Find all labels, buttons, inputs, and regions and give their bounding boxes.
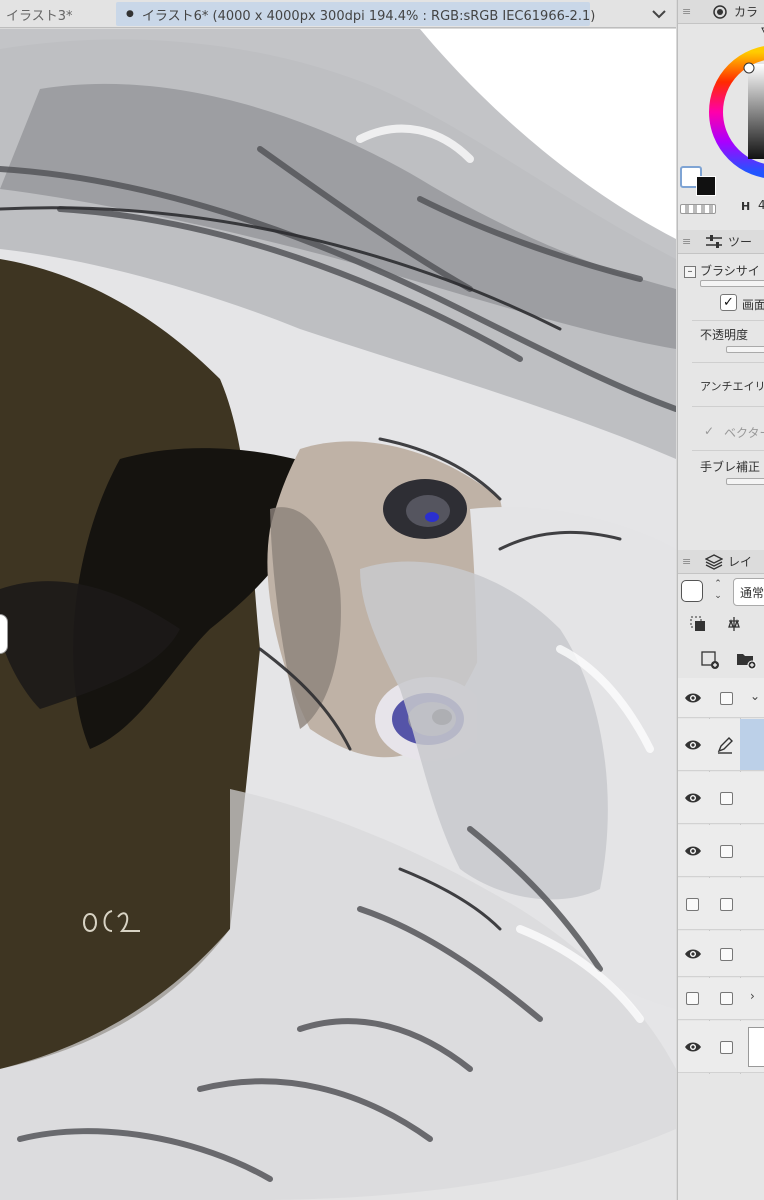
panel-grip-icon[interactable]: ≡ <box>678 555 692 568</box>
panel-grip-icon[interactable]: ≡ <box>678 5 692 18</box>
layer-row-folder[interactable]: ⌄ <box>678 678 764 718</box>
divider <box>692 320 764 321</box>
layer-lock-checkbox[interactable] <box>720 1041 733 1054</box>
folder-expand-chevron-icon[interactable]: ⌄ <box>750 689 760 703</box>
visibility-eye-icon[interactable] <box>684 691 702 705</box>
stabilization-label: 手ブレ補正 <box>700 460 761 474</box>
artwork <box>0 29 676 1200</box>
layer-toolbar-row-2 <box>678 644 764 680</box>
tool-panel-title: ツー <box>728 235 753 249</box>
layer-row-hidden[interactable] <box>678 878 764 930</box>
color-wheel[interactable] <box>706 24 764 199</box>
color-wheel-icon <box>710 3 730 21</box>
visibility-eye-icon[interactable] <box>684 947 702 961</box>
unsaved-dot-icon: ● <box>126 9 134 19</box>
divider <box>692 450 764 451</box>
layer-lock-checkbox[interactable] <box>720 845 733 858</box>
document-tab-bar: イラスト3* ● イラスト6* (4000 x 4000px 300dpi 19… <box>0 0 676 28</box>
layer-row-selected[interactable] <box>678 719 764 771</box>
visibility-checkbox[interactable] <box>686 992 699 1005</box>
layer-row[interactable] <box>678 931 764 977</box>
collapse-brush-size-button[interactable]: – <box>684 266 696 278</box>
visibility-checkbox[interactable] <box>686 898 699 911</box>
hsv-label: H <box>741 200 751 213</box>
tab-illust-3[interactable]: イラスト3* <box>0 2 110 26</box>
vector-magnet-check-icon[interactable]: ✓ <box>704 424 714 438</box>
layer-row-paper[interactable] <box>678 1021 764 1073</box>
right-panel: ≡ カラ H ≡ ツー – ブラシサイ ✓ 画面 不透明度 アンチエイ ✓ ベク… <box>677 0 764 1200</box>
layers-icon <box>704 553 724 571</box>
layer-lock-checkbox[interactable] <box>720 692 733 705</box>
color-panel-header[interactable]: ≡ カラ <box>678 0 764 24</box>
edit-pen-icon <box>717 737 733 754</box>
screen-size-checkbox[interactable]: ✓ <box>720 294 737 311</box>
new-raster-layer-icon[interactable] <box>698 648 722 672</box>
antialias-label: アンチエイリア <box>700 380 764 393</box>
layer-lock-checkbox[interactable] <box>720 792 733 805</box>
visibility-eye-icon[interactable] <box>684 791 702 805</box>
brush-size-label: ブラシサイ <box>700 264 760 278</box>
layer-color-button[interactable] <box>681 580 703 602</box>
layer-lock-checkbox[interactable] <box>720 992 733 1005</box>
opacity-label: 不透明度 <box>700 328 749 342</box>
blend-stepper[interactable]: ⌃ ⌄ <box>709 578 727 606</box>
layer-row[interactable] <box>678 772 764 824</box>
new-folder-icon[interactable] <box>734 648 758 672</box>
layer-row-folder-collapsed[interactable]: › <box>678 978 764 1020</box>
layer-panel-header[interactable]: ≡ レイ <box>678 550 764 574</box>
layer-toolbar-row-1 <box>678 610 764 646</box>
stabilization-slider[interactable] <box>726 478 764 485</box>
vector-label: ベクター <box>724 426 764 440</box>
blend-mode-select[interactable]: 通常 <box>733 578 764 606</box>
divider <box>692 362 764 363</box>
tab-illust-6-label: イラスト6* (4000 x 4000px 300dpi 194.4% : RG… <box>141 8 596 24</box>
visibility-eye-icon[interactable] <box>684 738 702 752</box>
paper-layer-thumbnail <box>748 1027 764 1067</box>
opacity-slider[interactable] <box>726 346 764 353</box>
canvas-scroll-handle[interactable] <box>0 614 8 654</box>
blend-mode-value: 通常 <box>740 586 764 600</box>
visibility-eye-icon[interactable] <box>684 1040 702 1054</box>
reference-layer-icon[interactable] <box>722 612 746 636</box>
tab-illust-6[interactable]: ● イラスト6* (4000 x 4000px 300dpi 194.4% : … <box>116 2 595 26</box>
layer-lock-checkbox[interactable] <box>720 948 733 961</box>
layer-panel-title: レイ <box>728 555 753 569</box>
visibility-eye-icon[interactable] <box>684 844 702 858</box>
transparent-color-swatch[interactable] <box>680 204 716 214</box>
clip-layer-icon[interactable] <box>686 612 710 636</box>
divider <box>692 406 764 407</box>
color-panel-title: カラ <box>734 5 759 19</box>
tab-list-chevron-icon[interactable] <box>648 4 670 24</box>
sliders-icon <box>704 233 724 251</box>
tool-property-header[interactable]: ≡ ツー <box>678 230 764 254</box>
layer-lock-checkbox[interactable] <box>720 898 733 911</box>
folder-expand-chevron-icon[interactable]: › <box>750 989 755 1003</box>
tab-illust-3-label: イラスト3* <box>6 8 73 24</box>
drawing-canvas[interactable] <box>0 29 676 1200</box>
panel-grip-icon[interactable]: ≡ <box>678 235 692 248</box>
screen-size-label: 画面 <box>742 298 764 312</box>
hsv-value: 4 <box>758 198 764 212</box>
layer-row[interactable] <box>678 825 764 877</box>
background-color-swatch[interactable] <box>696 176 716 196</box>
brush-size-slider[interactable] <box>700 280 764 287</box>
